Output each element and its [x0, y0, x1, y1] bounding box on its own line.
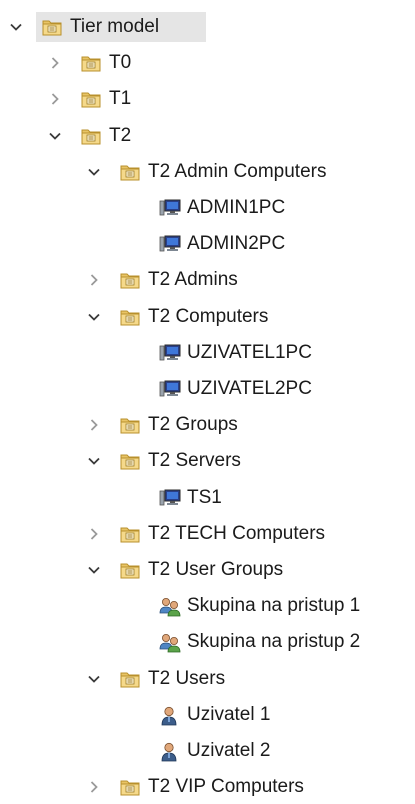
folder-icon [81, 90, 101, 108]
folder-icon [120, 452, 140, 470]
tree-item-uzivatel-2[interactable]: Uzivatel 2 [0, 734, 415, 768]
tree-item-t2-user-groups[interactable]: T2 User Groups [0, 553, 415, 587]
tree-item-label: TS1 [187, 486, 222, 508]
tree-item-skupina-2[interactable]: Skupina na pristup 2 [0, 625, 415, 659]
tree-item-t2-users[interactable]: T2 Users [0, 662, 415, 696]
tree-item-uzivatel1pc[interactable]: UZIVATEL1PC [0, 336, 415, 370]
chevron-down-icon[interactable] [47, 128, 63, 144]
chevron-down-icon[interactable] [86, 562, 102, 578]
tree-item-label: T2 Users [148, 667, 226, 689]
tree-item-tier-model[interactable]: Tier model [0, 10, 415, 44]
tree-item-label: UZIVATEL2PC [187, 378, 312, 399]
computer-icon [159, 344, 181, 362]
computer-icon [159, 235, 181, 253]
tree-item-label: ADMIN1PC [187, 197, 286, 218]
folder-icon [120, 271, 140, 289]
folder-icon [120, 670, 140, 688]
tree-item-t2-admins[interactable]: T2 Admins [0, 263, 415, 297]
tree-item-label: T2 TECH Computers [148, 522, 326, 544]
tree-item-label: Uzivatel 2 [187, 740, 271, 761]
tree-item-label: T2 Admins [148, 269, 238, 291]
chevron-down-icon[interactable] [86, 453, 102, 469]
chevron-right-icon[interactable] [86, 526, 102, 542]
chevron-right-icon[interactable] [47, 55, 63, 71]
tree-item-label: ADMIN2PC [187, 233, 286, 255]
computer-icon [159, 199, 181, 217]
chevron-right-icon[interactable] [86, 779, 102, 795]
tree-item-t2-groups[interactable]: T2 Groups [0, 408, 415, 442]
tree-item-label: Tier model [70, 16, 160, 37]
tree-item-t2-servers[interactable]: T2 Servers [0, 444, 415, 478]
tree-item-t1[interactable]: T1 [0, 82, 415, 116]
chevron-down-icon[interactable] [8, 19, 24, 35]
user-icon [159, 742, 179, 762]
folder-icon [120, 778, 140, 796]
folder-icon [81, 54, 101, 72]
group-icon [159, 597, 181, 617]
ou-tree: Tier model T0 T1 T2 T2 Admin Computers A… [0, 0, 415, 797]
tree-item-t2-computers[interactable]: T2 Computers [0, 300, 415, 334]
tree-item-label: T2 User Groups [148, 559, 284, 580]
folder-icon [120, 308, 140, 326]
tree-item-t0[interactable]: T0 [0, 46, 415, 80]
folder-icon [42, 18, 62, 36]
computer-icon [159, 380, 181, 398]
tree-item-uzivatel-1[interactable]: Uzivatel 1 [0, 698, 415, 732]
folder-icon [120, 163, 140, 181]
folder-icon [81, 127, 101, 145]
tree-item-label: T2 Groups [148, 414, 238, 436]
tree-item-label: T2 Computers [148, 305, 269, 327]
tree-item-label: Skupina na pristup 2 [187, 631, 361, 653]
tree-item-label: T2 [109, 124, 132, 146]
tree-item-t2-tech-computers[interactable]: T2 TECH Computers [0, 517, 415, 551]
tree-item-label: UZIVATEL1PC [187, 341, 312, 363]
tree-item-label: Skupina na pristup 1 [187, 595, 361, 617]
chevron-down-icon[interactable] [86, 164, 102, 180]
tree-item-label: T2 Servers [148, 450, 241, 472]
chevron-right-icon[interactable] [47, 91, 63, 107]
computer-icon [159, 489, 181, 507]
user-icon [159, 706, 179, 726]
chevron-down-icon[interactable] [86, 309, 102, 325]
tree-item-ts1[interactable]: TS1 [0, 481, 415, 515]
tree-item-label: T2 Admin Computers [148, 160, 327, 182]
tree-item-t2[interactable]: T2 [0, 119, 415, 153]
chevron-right-icon[interactable] [86, 417, 102, 433]
tree-item-skupina-1[interactable]: Skupina na pristup 1 [0, 589, 415, 623]
tree-item-label: Uzivatel 1 [187, 703, 271, 725]
tree-item-label: T2 VIP Computers [148, 776, 304, 798]
folder-icon [120, 416, 140, 434]
tree-item-admin1pc[interactable]: ADMIN1PC [0, 191, 415, 225]
group-icon [159, 633, 181, 653]
tree-item-admin2pc[interactable]: ADMIN2PC [0, 227, 415, 261]
chevron-down-icon[interactable] [86, 671, 102, 687]
tree-item-label: T0 [109, 52, 132, 74]
chevron-right-icon[interactable] [86, 272, 102, 288]
folder-icon [120, 525, 140, 543]
tree-item-t2-admin-computers[interactable]: T2 Admin Computers [0, 155, 415, 189]
tree-item-label: T1 [109, 88, 132, 110]
tree-item-uzivatel2pc[interactable]: UZIVATEL2PC [0, 372, 415, 406]
tree-item-t2-vip-computers[interactable]: T2 VIP Computers [0, 770, 415, 804]
folder-icon [120, 561, 140, 579]
